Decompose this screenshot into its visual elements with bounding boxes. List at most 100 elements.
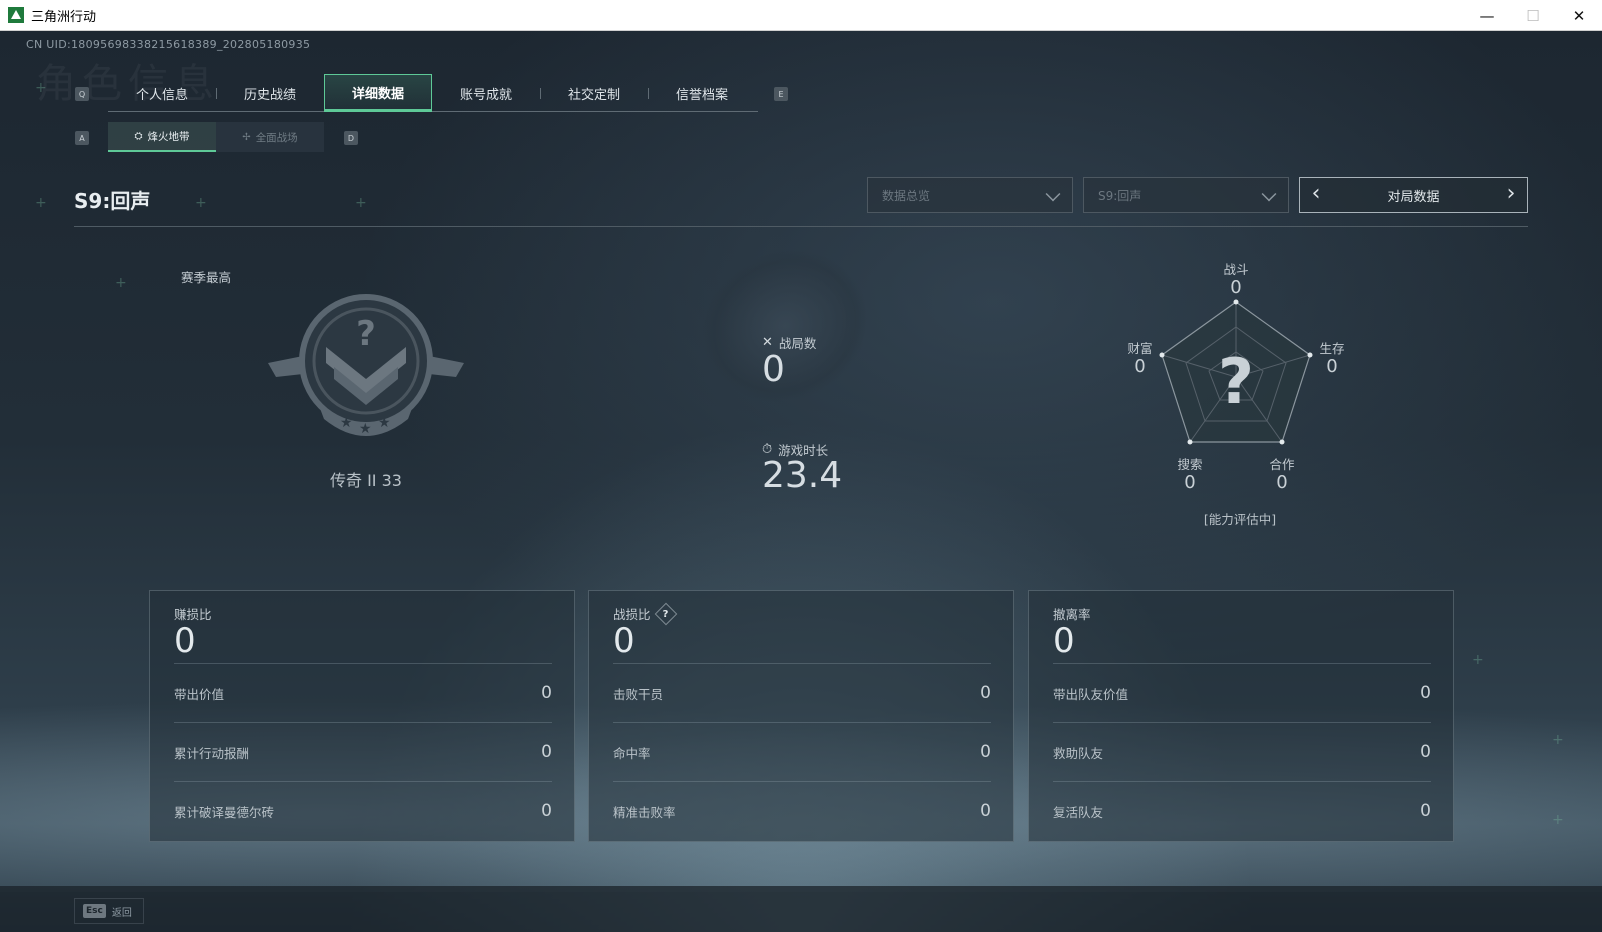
card-row-label: 击败干员 [613,686,664,702]
grid-plus-icon: + [115,275,127,291]
card-row-value: 0 [980,801,991,821]
svg-text:★: ★ [340,415,353,431]
tab-detailed-data[interactable]: 详细数据 [324,74,432,112]
extraction-rate-card: 撤离率 0 带出队友价值 0 救助队友 0 复活队友 0 [1028,590,1454,842]
tab-history[interactable]: 历史战绩 [216,74,324,112]
card-row: 复活队友 0 [1053,781,1431,840]
card-main-value: 0 [1053,621,1075,661]
matches-value: 0 [762,349,785,390]
card-row-label: 带出队友价值 [1053,686,1129,702]
grid-plus-icon: + [195,195,207,211]
rank-badge-icon: ? ★ ★ ★ [268,294,464,437]
subtab-beacon-zone[interactable]: ⛭ 烽火地带 [108,122,216,152]
tab-next-key-hint[interactable]: E [774,87,788,101]
svg-text:★: ★ [378,415,391,431]
chevron-right-icon[interactable]: › [1501,183,1521,205]
svg-text:★: ★ [359,421,372,437]
window-title: 三角洲行动 [31,9,97,25]
card-row: 命中率 0 [613,722,991,781]
tab-social-custom[interactable]: 社交定制 [540,74,648,112]
card-row-value: 0 [541,742,552,762]
mode-subtabs: ⛭ 烽火地带 ✢ 全面战场 [108,122,324,152]
card-row-label: 带出价值 [174,686,225,702]
card-main-value: 0 [174,621,196,661]
grid-plus-icon: + [35,80,47,96]
minimize-button[interactable]: — [1464,0,1510,31]
scope-dropdown[interactable]: 数据总览 [867,177,1073,213]
card-row-value: 0 [1420,801,1431,821]
help-glyph: ? [662,608,669,619]
card-row-label: 精准击败率 [613,804,676,820]
main-tabs: 个人信息 历史战绩 详细数据 账号成就 社交定制 信誉档案 [108,74,758,112]
grid-plus-icon: + [1552,732,1564,748]
subtab-next-key-hint[interactable]: D [344,131,358,145]
radar-label-wealth: 财富 [1127,341,1153,356]
season-high-rank: 传奇 II 33 [330,471,402,490]
grid-plus-icon: + [1552,812,1564,828]
grid-plus-icon: + [355,195,367,211]
card-row: 带出价值 0 [174,663,552,722]
card-main-value: 0 [613,621,635,661]
season-high-label: 赛季最高 [181,270,232,285]
tab-credit-record[interactable]: 信誉档案 [648,74,756,112]
esc-key-icon: Esc [83,904,106,918]
playtime-value: 23.4 [762,455,843,496]
card-row: 累计行动报酬 0 [174,722,552,781]
window-controls: — ☐ ✕ [1464,0,1602,31]
data-mode-switcher: ‹ 对局数据 › [1299,177,1528,213]
chevron-left-icon[interactable]: ‹ [1306,183,1326,205]
profit-loss-card: 赚损比 0 带出价值 0 累计行动报酬 0 累计破译曼德尔砖 0 [149,590,575,842]
card-row-value: 0 [980,742,991,762]
game-viewport: 角色信息 CN UID:18095698338215618389_2028051… [0,31,1602,932]
subtab-prev-key-hint[interactable]: A [75,131,89,145]
subtab-label: 烽火地带 [147,130,190,143]
radar-label-survival: 生存 [1319,341,1345,356]
bottom-bar [0,886,1602,932]
card-row-value: 0 [541,801,552,821]
radar-value-search: 0 [1184,472,1196,493]
player-uid: CN UID:18095698338215618389_202805180935 [26,38,311,51]
card-row-label: 累计行动报酬 [174,745,250,761]
radar-value-survival: 0 [1326,356,1338,377]
season-dropdown-value: S9:回声 [1098,188,1142,203]
close-button[interactable]: ✕ [1556,0,1602,31]
subtab-label: 全面战场 [255,131,298,144]
radar-status: [能力评估中] [1203,512,1277,527]
kill-death-card: 战损比 ? 0 击败干员 0 命中率 0 精准击败率 0 [588,590,1014,842]
season-title: S9:回声 [74,189,151,213]
card-row-label: 复活队友 [1053,804,1104,820]
subtab-full-battlefield[interactable]: ✢ 全面战场 [216,122,324,152]
radar-value-combat: 0 [1230,277,1242,298]
radar-value-cooperation: 0 [1276,472,1288,493]
battlefield-icon: ✢ [242,131,251,143]
maximize-button[interactable]: ☐ [1510,0,1556,31]
back-label: 返回 [111,907,132,919]
card-row-label: 命中率 [613,745,651,761]
radar-label-cooperation: 合作 [1269,457,1295,472]
background-satellite-dish [676,222,894,430]
header-divider [74,226,1528,227]
beacon-icon: ⛭ [134,130,143,142]
season-dropdown[interactable]: S9:回声 [1083,177,1289,213]
tab-achievements[interactable]: 账号成就 [432,74,540,112]
card-row: 带出队友价值 0 [1053,663,1431,722]
tab-prev-key-hint[interactable]: Q [75,87,89,101]
chevron-down-icon [1045,186,1061,202]
help-icon[interactable]: ? [654,602,677,625]
card-row-value: 0 [1420,742,1431,762]
card-row: 击败干员 0 [613,663,991,722]
radar-value-wealth: 0 [1134,356,1146,377]
card-row: 精准击败率 0 [613,781,991,840]
card-row: 救助队友 0 [1053,722,1431,781]
svg-text:?: ? [356,314,376,354]
radar-label-combat: 战斗 [1223,262,1249,277]
back-button[interactable]: Esc 返回 [74,898,144,924]
card-row-label: 救助队友 [1053,745,1104,761]
scope-dropdown-value: 数据总览 [882,188,931,203]
grid-plus-icon: + [1472,652,1484,668]
radar-label-search: 搜索 [1177,457,1203,472]
card-row-value: 0 [980,683,991,703]
card-row-value: 0 [541,683,552,703]
tab-personal-info[interactable]: 个人信息 [108,74,216,112]
card-row: 累计破译曼德尔砖 0 [174,781,552,840]
